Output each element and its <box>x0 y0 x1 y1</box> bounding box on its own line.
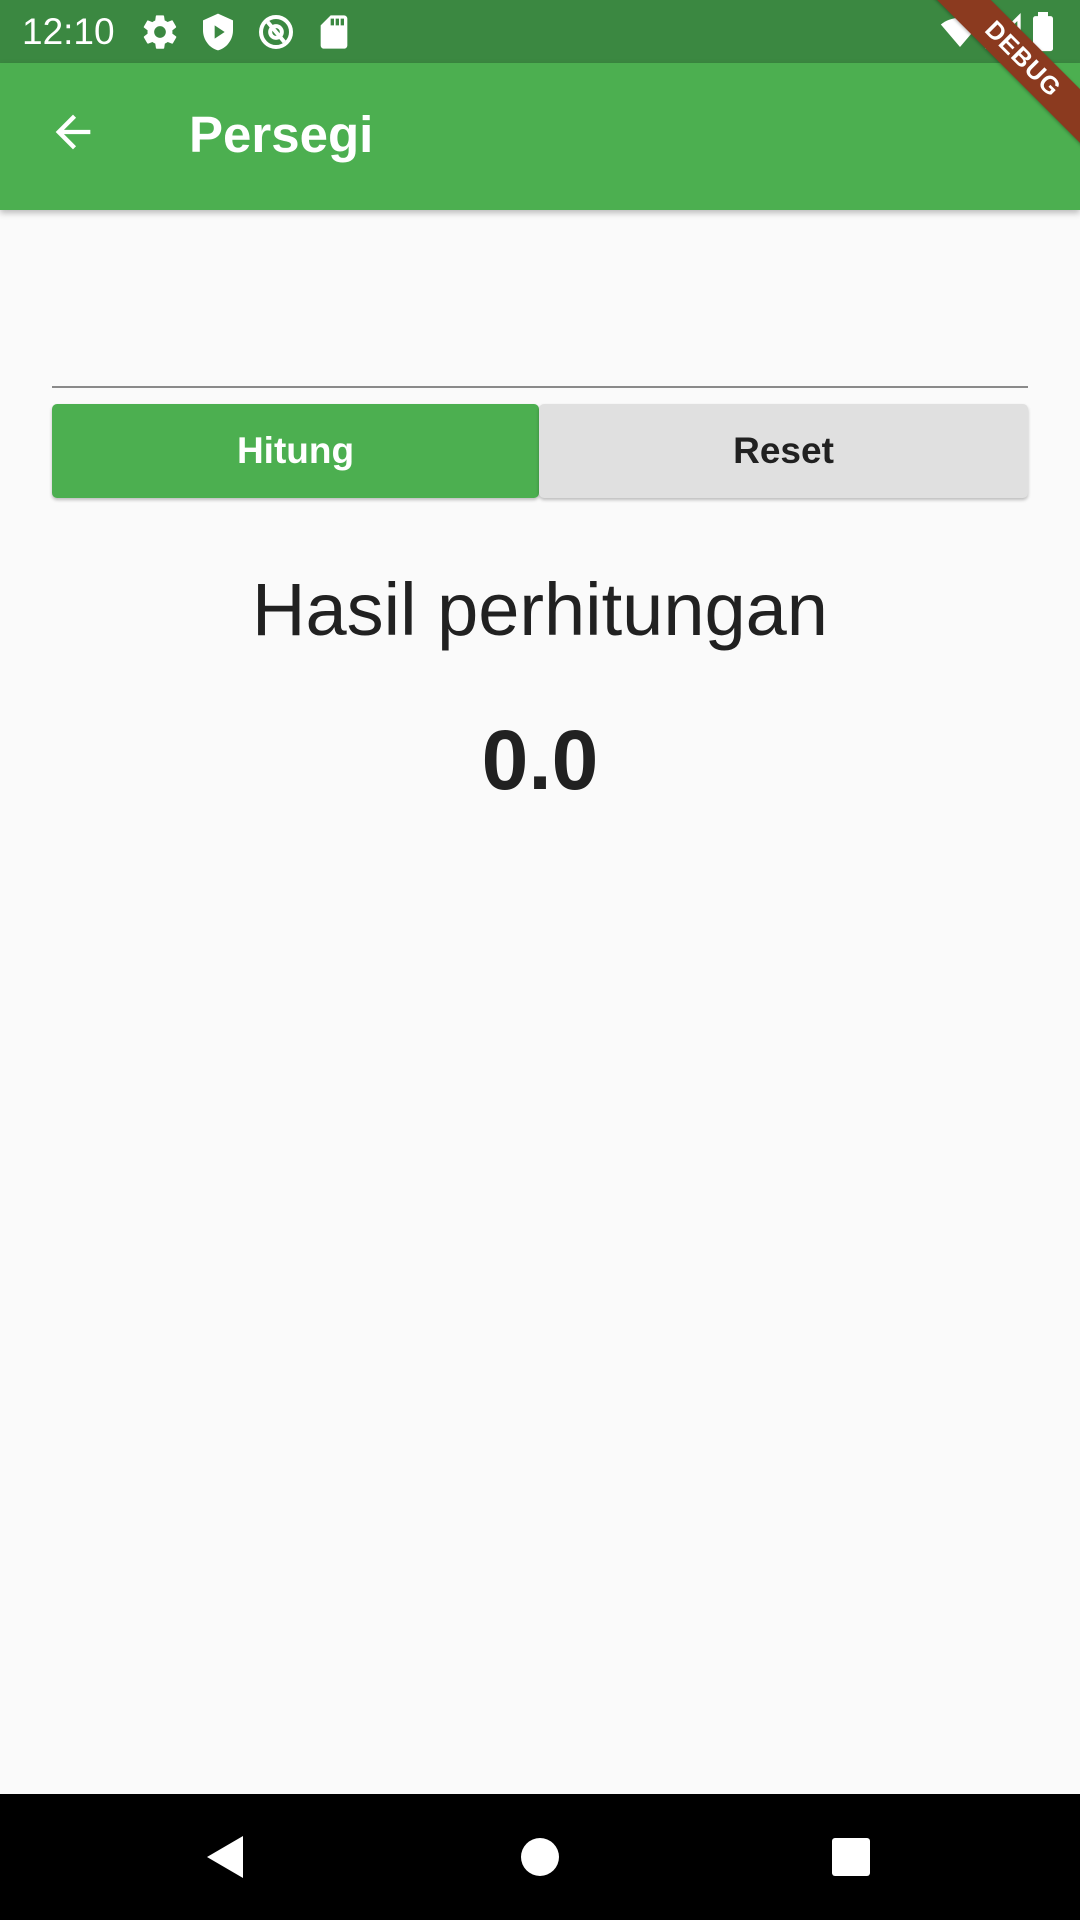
at-sign-icon <box>256 12 296 52</box>
result-label: Hasil perhitungan <box>252 568 828 651</box>
shield-play-icon <box>198 12 238 52</box>
nav-recents-button[interactable] <box>821 1827 881 1887</box>
reset-button[interactable]: Reset <box>539 404 1028 498</box>
recents-square-icon <box>831 1837 871 1877</box>
app-bar: Persegi <box>0 63 1080 210</box>
page-title: Persegi <box>189 106 374 163</box>
back-button[interactable] <box>34 93 112 171</box>
result-value: 0.0 <box>481 713 599 807</box>
nav-back-button[interactable] <box>195 1827 255 1887</box>
sd-card-icon <box>314 12 354 52</box>
input-field[interactable] <box>52 386 1028 388</box>
button-row: Hitung Reset <box>52 404 1028 499</box>
gear-icon <box>140 12 180 52</box>
hitung-button[interactable]: Hitung <box>52 404 539 498</box>
nav-bar <box>0 1794 1080 1920</box>
back-triangle-icon <box>203 1834 247 1880</box>
arrow-back-icon <box>47 106 99 158</box>
nav-home-button[interactable] <box>510 1827 570 1887</box>
status-time: 12:10 <box>22 11 115 52</box>
home-circle-icon <box>520 1837 560 1877</box>
status-bar: 12:10 <box>0 0 1080 63</box>
screen: 12:10 Persegi DEBUG Hitung Reset Hasil p… <box>0 0 1080 1920</box>
